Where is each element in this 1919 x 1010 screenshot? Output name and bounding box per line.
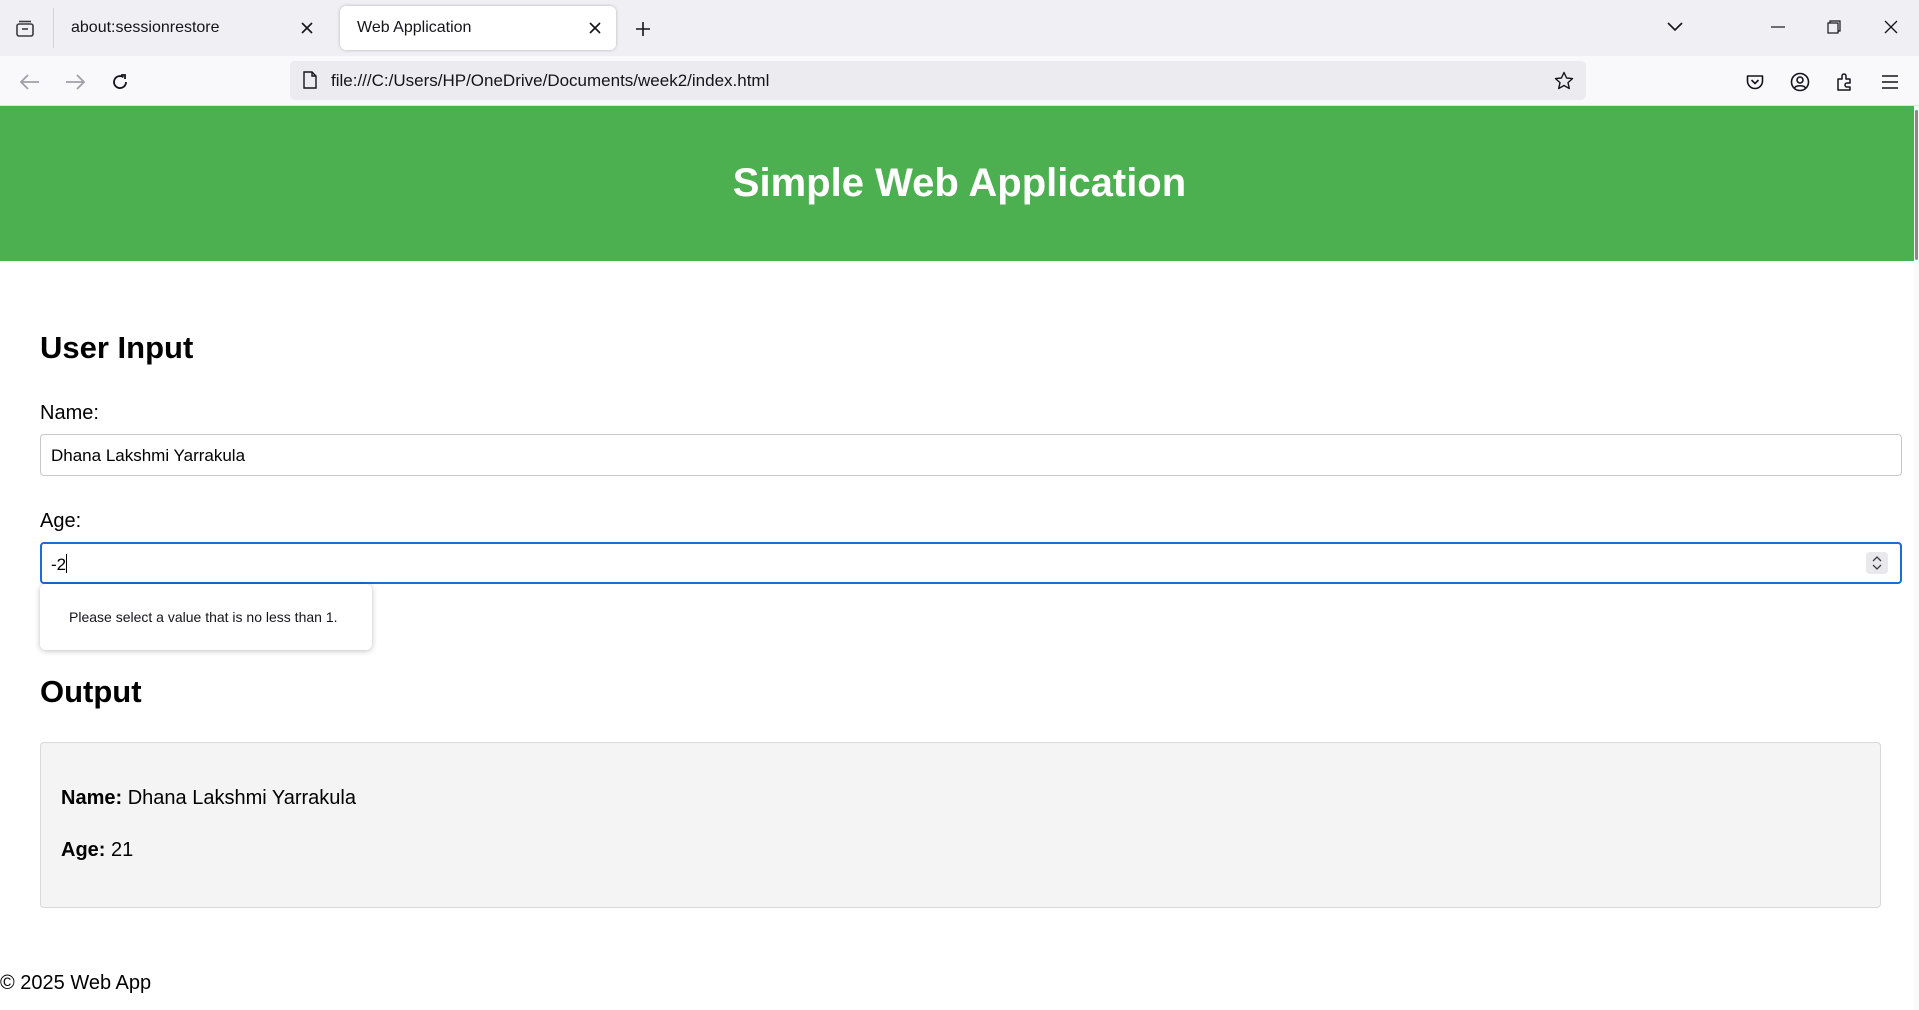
output-age-line: Age: 21 bbox=[61, 839, 133, 862]
stepper-up-icon[interactable] bbox=[1872, 556, 1882, 562]
back-icon[interactable] bbox=[14, 66, 46, 98]
tab-title: Web Application bbox=[357, 19, 472, 36]
validation-tooltip: Please select a value that is no less th… bbox=[40, 584, 372, 650]
page-title: Simple Web Application bbox=[732, 161, 1187, 205]
window-close-icon[interactable] bbox=[1874, 12, 1908, 42]
output-age-label: Age: bbox=[61, 839, 106, 861]
close-icon[interactable] bbox=[580, 13, 610, 43]
output-age-value: 21 bbox=[111, 839, 134, 861]
page-header: Simple Web Application bbox=[0, 106, 1919, 261]
page-content: Simple Web Application User Input Name: … bbox=[0, 106, 1919, 1010]
tab-web-application[interactable]: Web Application bbox=[340, 6, 616, 50]
menu-icon[interactable] bbox=[1874, 66, 1906, 98]
new-tab-icon[interactable] bbox=[628, 14, 658, 44]
navigation-toolbar: file:///C:/Users/HP/OneDrive/Documents/w… bbox=[0, 56, 1919, 106]
user-input-heading: User Input bbox=[40, 330, 194, 365]
minimize-icon[interactable] bbox=[1761, 12, 1795, 42]
output-heading: Output bbox=[40, 674, 142, 709]
tab-session-restore[interactable]: about:sessionrestore bbox=[54, 6, 328, 50]
scrollbar-thumb[interactable] bbox=[1915, 110, 1918, 260]
age-field[interactable]: -2 bbox=[40, 542, 1902, 584]
bookmark-star-icon[interactable] bbox=[1550, 67, 1578, 95]
url-text[interactable]: file:///C:/Users/HP/OneDrive/Documents/w… bbox=[331, 71, 769, 91]
tab-strip: about:sessionrestore Web Application bbox=[0, 0, 1919, 56]
validation-message: Please select a value that is no less th… bbox=[69, 609, 338, 625]
address-bar[interactable]: file:///C:/Users/HP/OneDrive/Documents/w… bbox=[290, 61, 1586, 100]
tab-title: about:sessionrestore bbox=[71, 19, 220, 36]
forward-icon[interactable] bbox=[59, 66, 91, 98]
age-field-value: -2 bbox=[51, 555, 67, 574]
text-caret bbox=[66, 554, 68, 573]
output-name-line: Name: Dhana Lakshmi Yarrakula bbox=[61, 787, 356, 810]
page-icon bbox=[300, 70, 320, 90]
pocket-icon[interactable] bbox=[1739, 66, 1771, 98]
account-icon[interactable] bbox=[1784, 66, 1816, 98]
chevron-down-icon[interactable] bbox=[1658, 12, 1692, 42]
name-label: Name: bbox=[40, 402, 99, 424]
output-name-value: Dhana Lakshmi Yarrakula bbox=[127, 787, 356, 809]
output-panel: Name: Dhana Lakshmi Yarrakula Age: 21 bbox=[40, 742, 1881, 908]
restore-icon[interactable] bbox=[1817, 12, 1851, 42]
reload-icon[interactable] bbox=[104, 66, 136, 98]
age-stepper[interactable] bbox=[1866, 552, 1888, 574]
close-icon[interactable] bbox=[292, 13, 322, 43]
page-footer: © 2025 Web App bbox=[0, 972, 152, 994]
output-name-label: Name: bbox=[61, 787, 123, 809]
extensions-icon[interactable] bbox=[1829, 66, 1861, 98]
name-field-value: Dhana Lakshmi Yarrakula bbox=[51, 446, 246, 465]
name-field[interactable]: Dhana Lakshmi Yarrakula bbox=[40, 434, 1902, 476]
tab-list-icon[interactable] bbox=[10, 15, 40, 43]
age-label: Age: bbox=[40, 510, 82, 532]
stepper-down-icon[interactable] bbox=[1872, 564, 1882, 570]
